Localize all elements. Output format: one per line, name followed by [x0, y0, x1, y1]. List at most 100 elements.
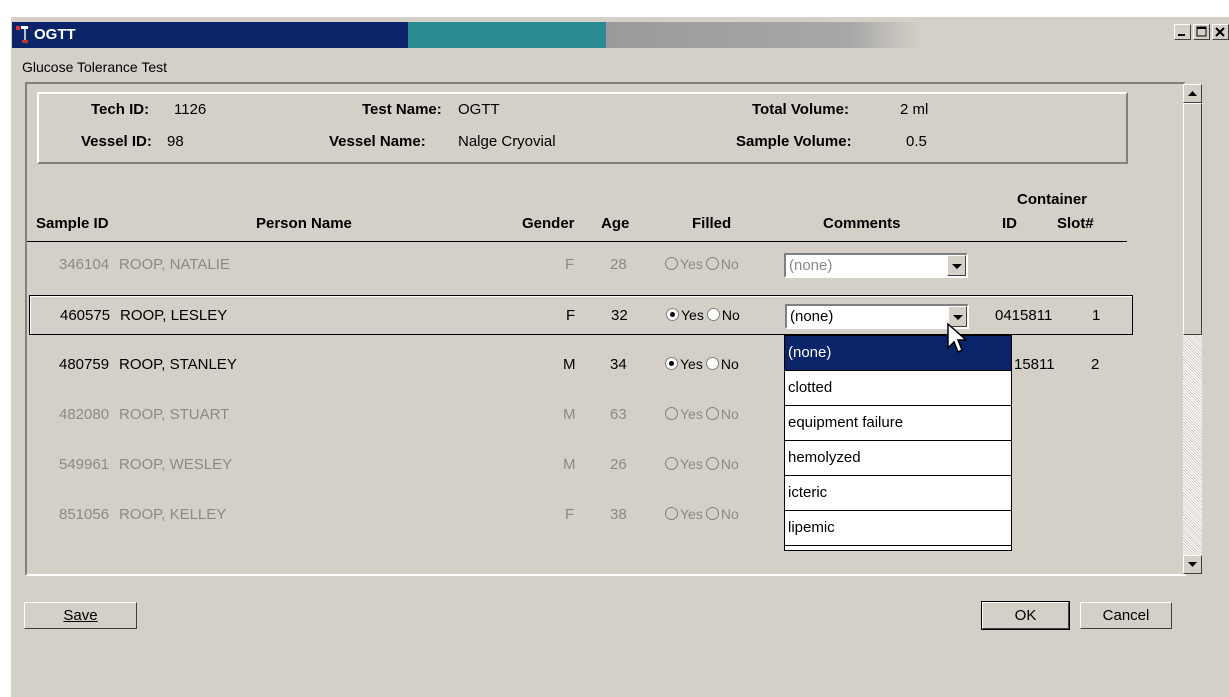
- maximize-icon: [1196, 26, 1207, 37]
- yes-label: Yes: [681, 307, 704, 323]
- yes-label: Yes: [680, 506, 703, 522]
- filled-radios: Yes No: [666, 307, 743, 324]
- filled-no-radio[interactable]: [705, 407, 719, 420]
- scroll-up-button[interactable]: [1183, 84, 1202, 103]
- no-label: No: [720, 256, 739, 272]
- gender: M: [563, 456, 576, 473]
- comments-select[interactable]: (none): [784, 253, 968, 278]
- age: 28: [610, 256, 627, 273]
- filled-no-radio[interactable]: [705, 357, 719, 370]
- col-comments: Comments: [823, 215, 901, 232]
- filled-yes-radio[interactable]: [665, 407, 678, 420]
- gender: F: [565, 256, 575, 273]
- minimize-button[interactable]: [1174, 24, 1191, 40]
- container-id: 0415811: [995, 307, 1053, 324]
- col-filled: Filled: [692, 215, 732, 232]
- title-bar[interactable]: OGTT: [12, 22, 1177, 48]
- sample-id: 460575: [60, 307, 111, 324]
- dropdown-option-none[interactable]: (none): [785, 336, 1011, 371]
- col-age: Age: [601, 215, 630, 232]
- sample-id: 851056: [59, 506, 110, 523]
- comments-value: (none): [790, 308, 834, 325]
- col-slot: Slot#: [1057, 215, 1094, 232]
- filled-yes-radio[interactable]: [666, 308, 679, 321]
- sample-volume-value: 0.5: [906, 133, 927, 150]
- slot-number: 2: [1091, 356, 1100, 373]
- arrow-up-icon: [1188, 91, 1197, 96]
- person-name: ROOP, STANLEY: [119, 356, 237, 373]
- col-person-name: Person Name: [256, 215, 352, 232]
- window-controls: [1174, 24, 1229, 40]
- age: 26: [610, 456, 627, 473]
- col-gender: Gender: [522, 215, 575, 232]
- person-name: ROOP, STUART: [119, 406, 230, 423]
- sample-volume-label: Sample Volume:: [736, 133, 852, 150]
- no-label: No: [720, 506, 739, 522]
- gender: M: [563, 406, 576, 423]
- tech-id-label: Tech ID:: [91, 101, 150, 118]
- dropdown-option-clotted[interactable]: clotted: [785, 371, 1011, 406]
- age: 34: [610, 356, 627, 373]
- cancel-label: Cancel: [1102, 607, 1150, 624]
- mouse-pointer-icon: [947, 322, 968, 354]
- dropdown-option-hemolyzed[interactable]: hemolyzed: [785, 441, 1011, 476]
- person-name: ROOP, LESLEY: [120, 307, 228, 324]
- vessel-name-value: Nalge Cryovial: [458, 133, 556, 150]
- filled-yes-radio[interactable]: [665, 357, 678, 370]
- app-icon: [16, 26, 28, 43]
- filled-no-radio[interactable]: [705, 507, 719, 520]
- gender: M: [563, 356, 576, 373]
- age: 63: [610, 406, 627, 423]
- no-label: No: [720, 456, 739, 472]
- filled-yes-radio[interactable]: [665, 507, 678, 520]
- close-icon: [1215, 27, 1225, 37]
- sample-id: 549961: [59, 456, 110, 473]
- window-title: OGTT: [34, 26, 76, 43]
- vertical-scrollbar[interactable]: [1183, 84, 1202, 574]
- save-button[interactable]: Save: [24, 602, 137, 629]
- dropdown-option-equipment-failure[interactable]: equipment failure: [785, 406, 1011, 441]
- no-label: No: [720, 406, 739, 422]
- yes-label: Yes: [680, 256, 703, 272]
- yes-label: Yes: [680, 406, 703, 422]
- container-id: 15811: [1014, 356, 1055, 373]
- save-label: Save: [63, 607, 98, 624]
- filled-no-radio[interactable]: [705, 257, 719, 270]
- vessel-name-label: Vessel Name:: [329, 133, 426, 150]
- age: 32: [611, 307, 628, 324]
- gender: F: [566, 307, 576, 324]
- no-label: No: [721, 307, 740, 323]
- filled-yes-radio[interactable]: [665, 457, 678, 470]
- filled-yes-radio[interactable]: [665, 257, 678, 270]
- close-button[interactable]: [1212, 24, 1229, 40]
- vessel-id-value: 98: [167, 133, 184, 150]
- dropdown-option-lipemic[interactable]: lipemic: [785, 511, 1011, 546]
- filled-no-radio[interactable]: [705, 457, 719, 470]
- dropdown-option-icteric[interactable]: icteric: [785, 476, 1011, 511]
- maximize-button[interactable]: [1193, 24, 1210, 40]
- gender: F: [565, 506, 575, 523]
- cancel-button[interactable]: Cancel: [1080, 602, 1172, 629]
- sample-id: 480759: [59, 356, 110, 373]
- person-name: ROOP, WESLEY: [119, 456, 233, 473]
- col-container: Container: [1017, 191, 1088, 208]
- comments-select[interactable]: (none): [785, 304, 969, 329]
- scroll-thumb[interactable]: [1183, 103, 1202, 335]
- no-label: No: [720, 356, 739, 372]
- form-subtitle: Glucose Tolerance Test: [22, 59, 168, 75]
- comments-value: (none): [789, 257, 833, 274]
- ok-label: OK: [1014, 607, 1037, 624]
- table-row[interactable]: 346104 ROOP, NATALIE F 28 Yes No (none): [27, 247, 1127, 283]
- slot-number: 1: [1092, 307, 1101, 324]
- header-divider: [27, 241, 1127, 242]
- filled-no-radio[interactable]: [706, 308, 720, 321]
- person-name: ROOP, KELLEY: [119, 506, 227, 523]
- minimize-icon: [1178, 34, 1185, 36]
- ok-button[interactable]: OK: [981, 601, 1070, 630]
- dropdown-arrow-icon[interactable]: [947, 255, 966, 276]
- yes-label: Yes: [680, 356, 703, 372]
- scroll-down-button[interactable]: [1183, 555, 1202, 574]
- tech-id-value: 1126: [174, 101, 207, 118]
- age: 38: [610, 506, 627, 523]
- filled-radios: Yes No: [665, 356, 742, 373]
